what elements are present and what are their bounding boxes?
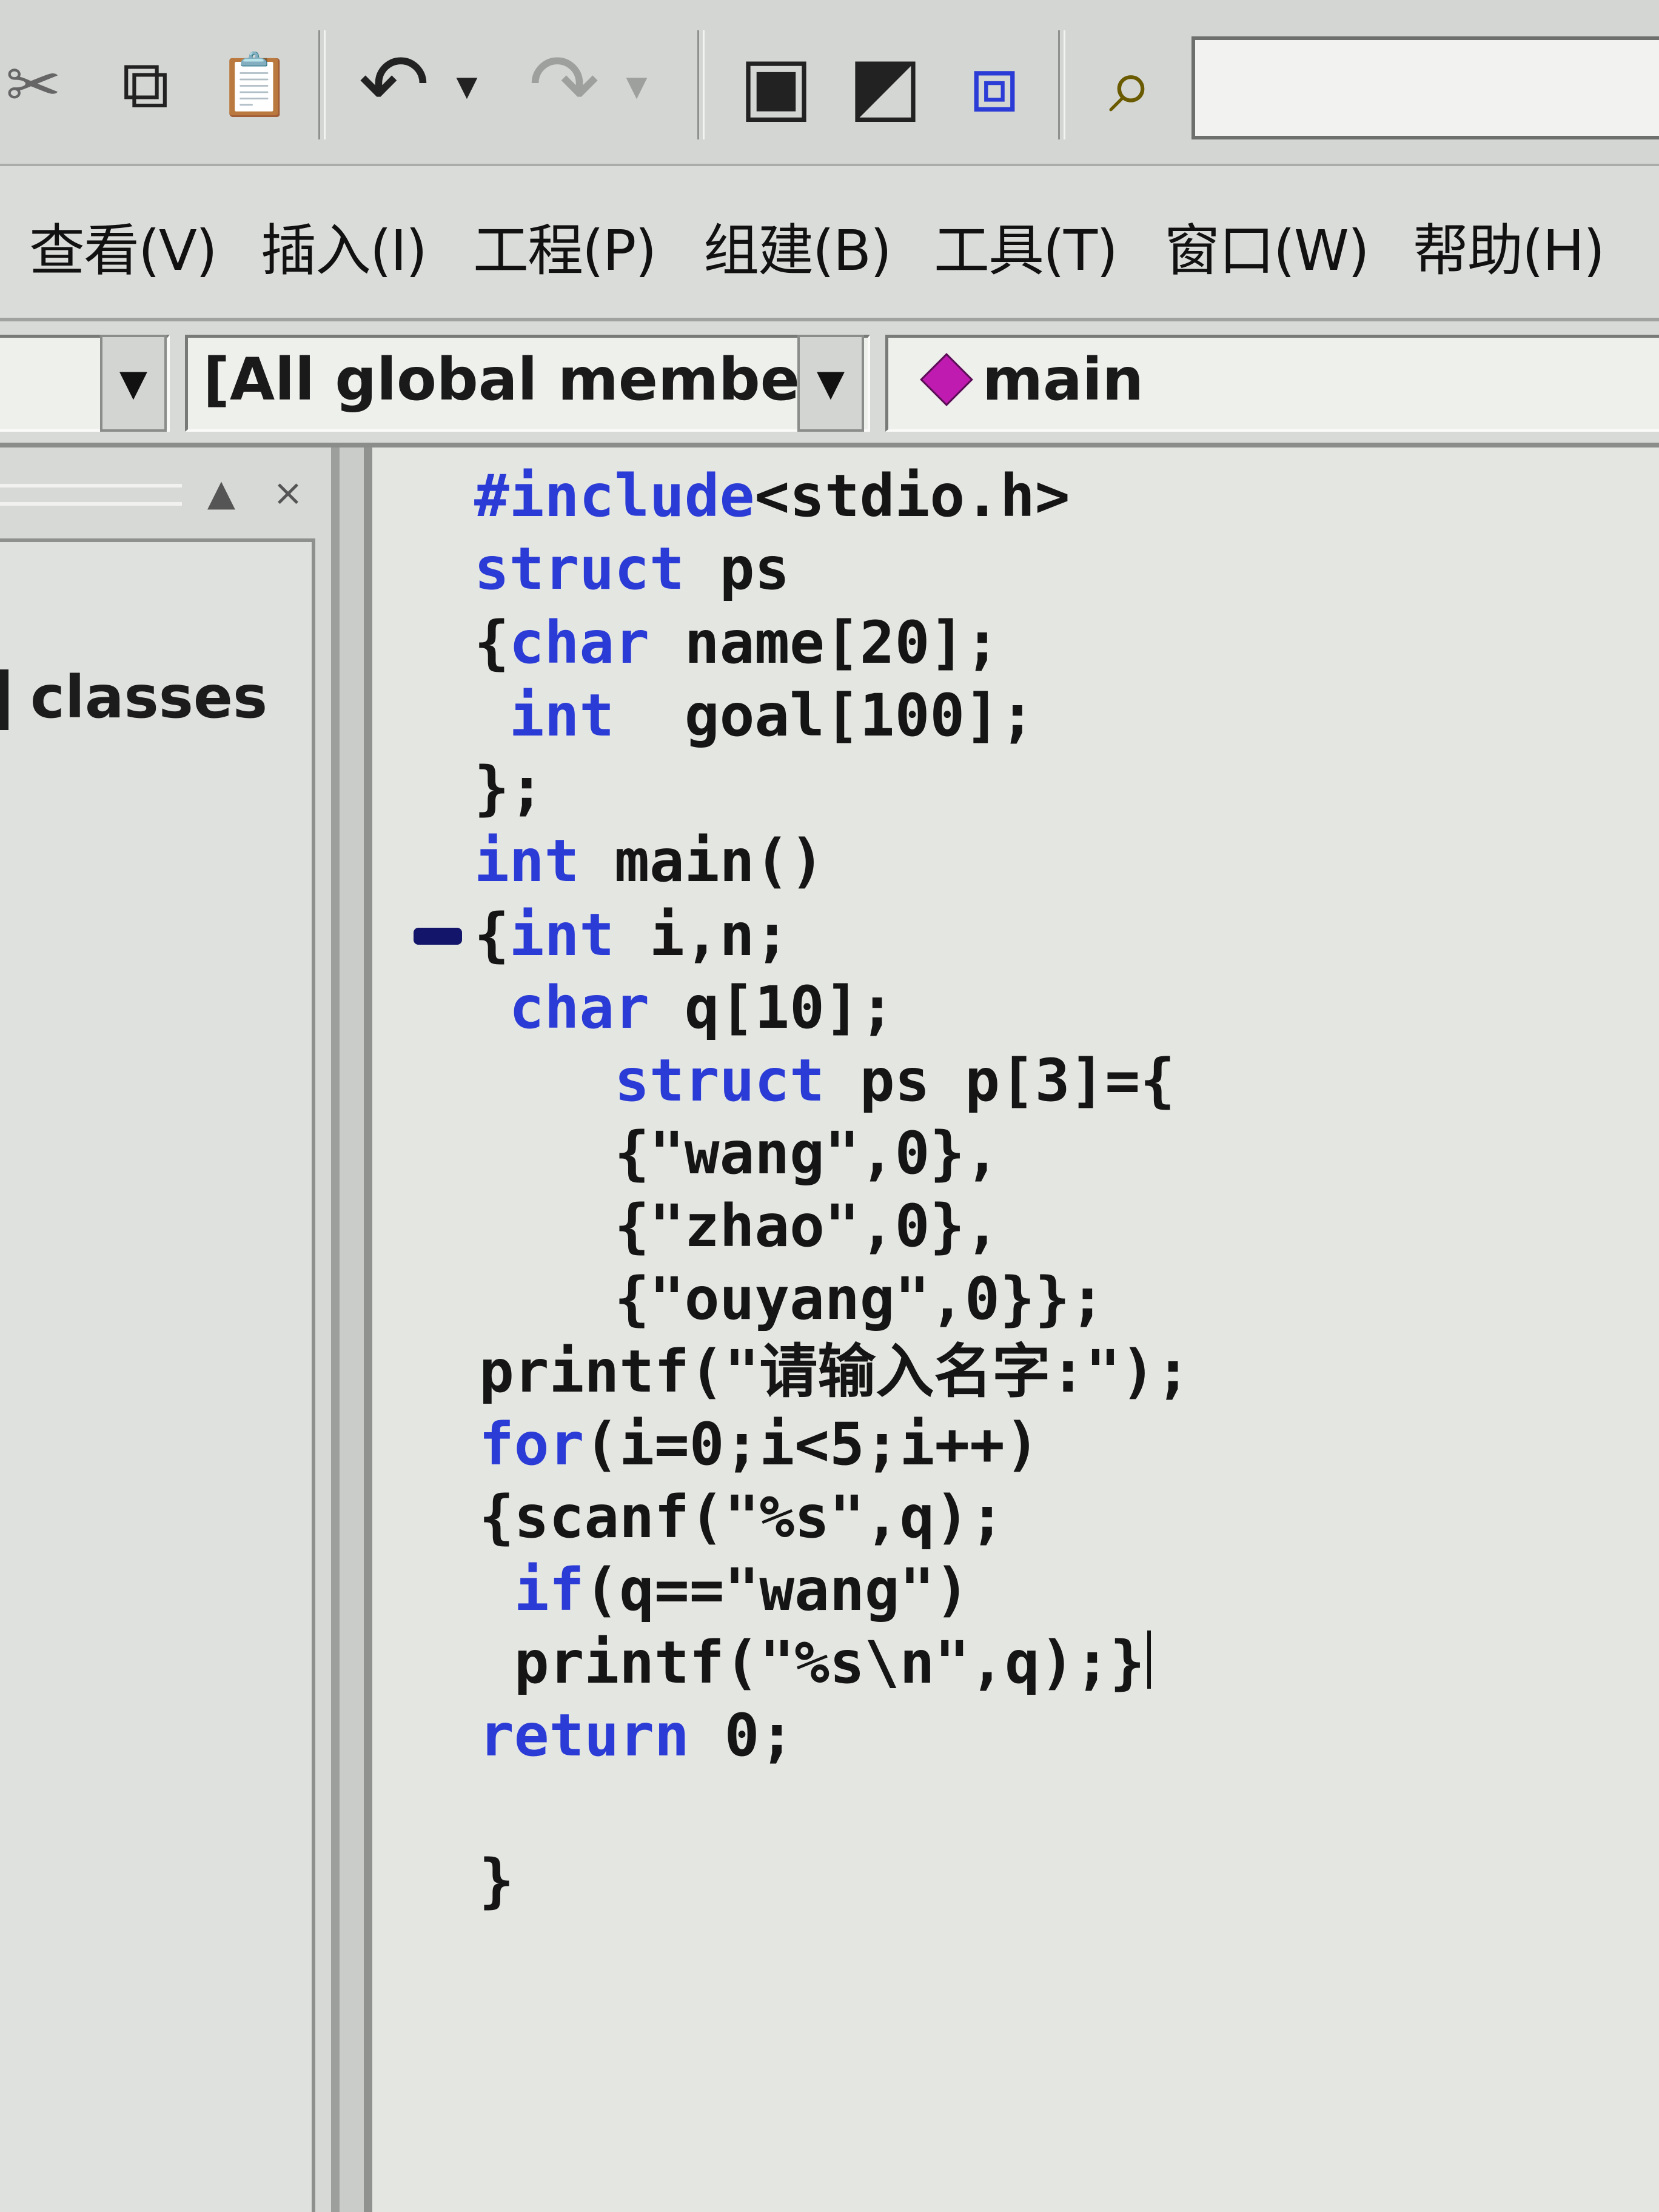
output-icon[interactable]: ◩ xyxy=(837,39,934,131)
code-token: } xyxy=(479,1847,514,1915)
code-token: { xyxy=(474,901,509,969)
code-line[interactable]: }; xyxy=(474,752,545,825)
cut-icon[interactable]: ✂ xyxy=(0,42,67,127)
code-token: {"ouyang",0}}; xyxy=(474,1265,1105,1333)
code-line[interactable]: if(q=="wang") xyxy=(479,1553,970,1626)
text-cursor xyxy=(1147,1631,1151,1689)
code-line[interactable]: {char name[20]; xyxy=(474,606,1000,679)
code-token: ps p[3]={ xyxy=(824,1047,1175,1114)
code-token: { xyxy=(474,609,509,677)
members-filter-value: [All global members xyxy=(203,346,863,414)
code-token: ps xyxy=(684,535,790,603)
code-token: q[10]; xyxy=(649,974,895,1042)
workspace-pane: ▲ × classes xyxy=(0,447,340,2212)
menu-insert[interactable]: 插入(I) xyxy=(261,206,427,284)
code-line[interactable]: printf("%s\n",q);} xyxy=(479,1626,1151,1699)
pane-grip[interactable] xyxy=(0,484,182,488)
keyword-token: for xyxy=(479,1410,585,1478)
toolbar-separator xyxy=(1058,30,1065,139)
code-token: {"wang",0}, xyxy=(474,1119,1000,1187)
code-token: {scanf("%s",q); xyxy=(479,1483,1005,1551)
code-line[interactable]: {int i,n; xyxy=(474,899,789,971)
wizard-bar: ▼ [All global members ▼ main xyxy=(0,321,1659,447)
keyword-token: if xyxy=(514,1556,585,1624)
menu-window[interactable]: 窗口(W) xyxy=(1164,206,1370,284)
menu-project[interactable]: 工程(P) xyxy=(473,206,657,284)
menu-tools[interactable]: 工具(T) xyxy=(934,206,1118,284)
close-icon[interactable]: × xyxy=(267,472,309,514)
current-line-marker xyxy=(414,928,462,945)
menu-build[interactable]: 组建(B) xyxy=(703,206,892,284)
code-line[interactable]: printf("请输入名字:"); xyxy=(479,1335,1191,1408)
code-token: printf("请输入名字:"); xyxy=(479,1338,1191,1406)
members-filter-dropdown[interactable]: ▼ xyxy=(797,335,864,432)
code-token: 0; xyxy=(689,1701,795,1769)
tree-node-icon xyxy=(0,669,8,730)
code-line[interactable]: } xyxy=(479,1845,514,1917)
code-line[interactable]: struct ps xyxy=(474,532,789,605)
code-editor[interactable]: #include<stdio.h> struct ps {char name[20]… xyxy=(364,447,1659,2212)
dock-icon[interactable]: ▲ xyxy=(200,472,243,514)
code-line[interactable]: return 0; xyxy=(479,1699,794,1772)
code-token: (i=0;i<5;i++) xyxy=(584,1410,1040,1478)
code-token: }; xyxy=(474,754,545,822)
code-line[interactable]: for(i=0;i<5;i++) xyxy=(479,1408,1040,1481)
undo-icon[interactable]: ↶ xyxy=(349,36,440,135)
standard-toolbar: ✂ ⧉ 📋 ↶ ▾ ↷ ▾ ▣ ◩ ⧈ ⌕ xyxy=(0,0,1659,166)
keyword-token: struct xyxy=(614,1047,825,1114)
code-token: <stdio.h> xyxy=(754,462,1070,530)
code-line[interactable]: {scanf("%s",q); xyxy=(479,1481,1005,1553)
code-token: goal[100]; xyxy=(614,682,1035,749)
keyword-token: int xyxy=(474,827,580,895)
window-list-icon[interactable]: ⧈ xyxy=(946,38,1043,130)
menu-bar: 查看(V) 插入(I) 工程(P) 组建(B) 工具(T) 窗口(W) 帮助(H… xyxy=(0,166,1659,321)
code-line[interactable]: {"ouyang",0}}; xyxy=(474,1262,1105,1335)
code-token: main() xyxy=(579,827,825,895)
workspace-tree: classes xyxy=(0,538,315,2212)
workspace-icon[interactable]: ▣ xyxy=(728,39,825,131)
keyword-token: int xyxy=(509,682,615,749)
code-line[interactable]: {"wang",0}, xyxy=(474,1117,1000,1190)
copy-icon[interactable]: ⧉ xyxy=(100,42,191,127)
pane-grip xyxy=(0,502,182,506)
code-line[interactable]: int main() xyxy=(474,825,825,897)
function-value: main xyxy=(982,346,1144,414)
code-line[interactable]: {"zhao",0}, xyxy=(474,1190,1000,1262)
code-line[interactable]: #include<stdio.h> xyxy=(474,460,1070,532)
keyword-token: struct xyxy=(474,535,685,603)
code-token: name[20]; xyxy=(649,609,1000,677)
undo-dropdown-icon[interactable]: ▾ xyxy=(446,42,488,127)
keyword-token: char xyxy=(509,974,649,1042)
find-in-files-icon[interactable]: ⌕ xyxy=(1085,38,1176,130)
toolbar-separator xyxy=(318,30,326,139)
code-token: {"zhao",0}, xyxy=(474,1192,1000,1260)
redo-dropdown-icon: ▾ xyxy=(626,60,648,110)
code-line[interactable]: char q[10]; xyxy=(474,971,895,1044)
keyword-token: return xyxy=(479,1701,689,1769)
menu-help[interactable]: 帮助(H) xyxy=(1413,206,1605,284)
code-token: printf("%s\n",q);} xyxy=(479,1629,1145,1697)
code-line[interactable]: int goal[100]; xyxy=(474,679,1035,752)
code-token: (q=="wang") xyxy=(584,1556,970,1624)
code-token: i,n; xyxy=(614,901,790,969)
paste-icon[interactable]: 📋 xyxy=(209,42,300,127)
redo-icon: ↷ xyxy=(528,35,600,135)
keyword-token: #include xyxy=(474,462,755,530)
menu-view[interactable]: 查看(V) xyxy=(29,206,218,284)
class-combo-dropdown[interactable]: ▼ xyxy=(100,335,167,432)
tree-node-classes[interactable]: classes xyxy=(30,663,267,731)
keyword-token: char xyxy=(509,609,649,677)
find-combo[interactable] xyxy=(1191,36,1659,139)
toolbar-separator xyxy=(697,30,705,139)
code-line[interactable]: struct ps p[3]={ xyxy=(474,1044,1175,1117)
keyword-token: int xyxy=(509,901,615,969)
